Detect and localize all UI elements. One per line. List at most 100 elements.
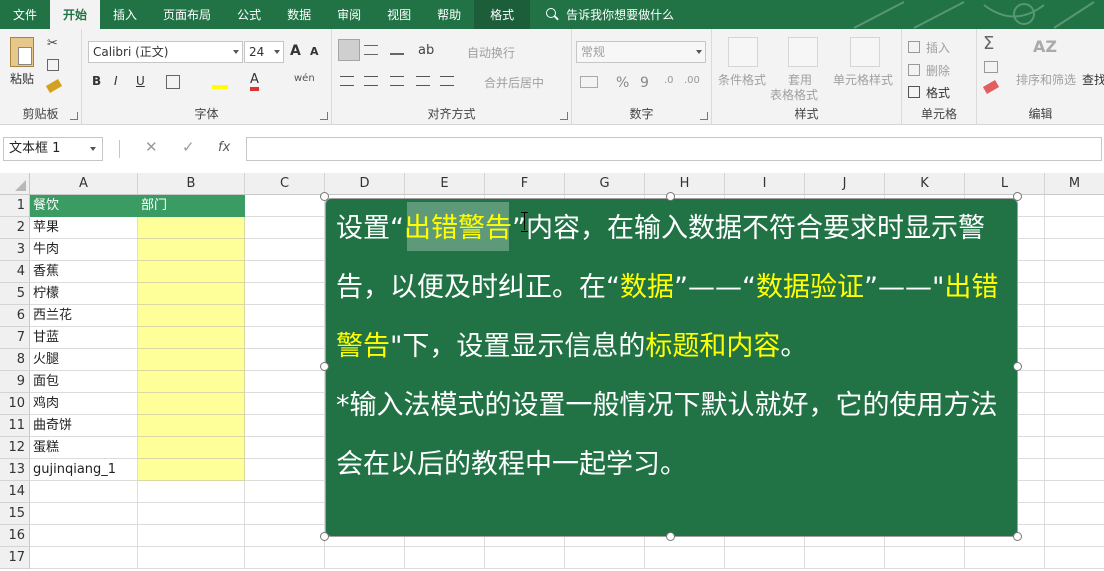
shrink-font-button[interactable]: A xyxy=(310,45,319,58)
grow-font-button[interactable]: A xyxy=(290,43,301,59)
tab-file[interactable]: 文件 xyxy=(0,0,50,29)
column-header-I[interactable]: I xyxy=(725,173,805,195)
column-header-M[interactable]: M xyxy=(1045,173,1104,195)
cell-A16[interactable] xyxy=(30,525,138,547)
cell-B12[interactable] xyxy=(138,437,245,459)
format-painter-icon[interactable] xyxy=(45,79,63,93)
resize-handle-mr[interactable] xyxy=(1013,362,1022,371)
align-bottom-icon[interactable] xyxy=(390,45,404,55)
cell-A12[interactable]: 蛋糕 xyxy=(30,437,138,459)
resize-handle-br[interactable] xyxy=(1013,532,1022,541)
name-box[interactable]: 文本框 1 xyxy=(3,137,103,161)
row-header-5[interactable]: 5 xyxy=(0,283,30,305)
cell-M14[interactable] xyxy=(1045,481,1104,503)
row-header-13[interactable]: 13 xyxy=(0,459,30,481)
row-header-6[interactable]: 6 xyxy=(0,305,30,327)
column-header-G[interactable]: G xyxy=(565,173,645,195)
delete-button[interactable]: 删除 xyxy=(926,62,950,79)
column-header-F[interactable]: F xyxy=(485,173,565,195)
cell-B14[interactable] xyxy=(138,481,245,503)
font-size-select[interactable]: 24 xyxy=(244,41,284,63)
column-header-C[interactable]: C xyxy=(245,173,325,195)
tell-me-search[interactable]: 告诉我你想要做什么 xyxy=(530,0,674,29)
cell-A11[interactable]: 曲奇饼 xyxy=(30,415,138,437)
resize-handle-tl[interactable] xyxy=(320,192,329,201)
resize-handle-bl[interactable] xyxy=(320,532,329,541)
cell-C14[interactable] xyxy=(245,481,325,503)
cell-B8[interactable] xyxy=(138,349,245,371)
column-header-A[interactable]: A xyxy=(30,173,138,195)
cell-I17[interactable] xyxy=(725,547,805,569)
font-color-button[interactable]: A xyxy=(250,73,259,91)
row-header-9[interactable]: 9 xyxy=(0,371,30,393)
cell-L17[interactable] xyxy=(965,547,1045,569)
cell-M15[interactable] xyxy=(1045,503,1104,525)
cell-M11[interactable] xyxy=(1045,415,1104,437)
cell-A14[interactable] xyxy=(30,481,138,503)
phonetic-button[interactable]: wén xyxy=(294,73,315,84)
cell-G17[interactable] xyxy=(565,547,645,569)
row-header-7[interactable]: 7 xyxy=(0,327,30,349)
cell-M4[interactable] xyxy=(1045,261,1104,283)
cell-E17[interactable] xyxy=(405,547,485,569)
autosum-button[interactable]: Σ xyxy=(983,33,994,54)
enter-check-icon[interactable]: ✓ xyxy=(182,138,195,156)
cell-A13[interactable]: gujinqiang_1 xyxy=(30,459,138,481)
tab-shape-format[interactable]: 格式 xyxy=(474,0,531,29)
cell-C12[interactable] xyxy=(245,437,325,459)
font-name-select[interactable]: Calibri (正文) xyxy=(88,41,243,63)
cell-C15[interactable] xyxy=(245,503,325,525)
tab-view[interactable]: 视图 xyxy=(374,0,424,29)
cell-C6[interactable] xyxy=(245,305,325,327)
resize-handle-tm[interactable] xyxy=(666,192,675,201)
paste-button[interactable]: 粘贴 xyxy=(10,70,34,87)
cell-B3[interactable] xyxy=(138,239,245,261)
cell-C11[interactable] xyxy=(245,415,325,437)
cell-A10[interactable]: 鸡肉 xyxy=(30,393,138,415)
cell-M17[interactable] xyxy=(1045,547,1104,569)
cell-C5[interactable] xyxy=(245,283,325,305)
insert-function-button[interactable]: fx xyxy=(218,140,230,155)
sort-filter-button[interactable]: 排序和筛选 xyxy=(1016,71,1076,88)
cell-A7[interactable]: 甘蓝 xyxy=(30,327,138,349)
cell-B4[interactable] xyxy=(138,261,245,283)
cell-C8[interactable] xyxy=(245,349,325,371)
row-header-16[interactable]: 16 xyxy=(0,525,30,547)
tab-page-layout[interactable]: 页面布局 xyxy=(150,0,224,29)
cell-M8[interactable] xyxy=(1045,349,1104,371)
clipboard-launcher-icon[interactable] xyxy=(70,112,78,120)
resize-handle-ml[interactable] xyxy=(320,362,329,371)
cancel-icon[interactable]: ✕ xyxy=(145,138,158,156)
cell-M13[interactable] xyxy=(1045,459,1104,481)
cell-B5[interactable] xyxy=(138,283,245,305)
border-icon[interactable] xyxy=(166,75,180,89)
align-right-icon[interactable] xyxy=(390,76,404,86)
cell-C4[interactable] xyxy=(245,261,325,283)
format-cells-button[interactable]: 格式 xyxy=(926,84,950,101)
cell-M9[interactable] xyxy=(1045,371,1104,393)
fill-icon[interactable] xyxy=(984,61,998,73)
cell-C9[interactable] xyxy=(245,371,325,393)
select-all-corner[interactable] xyxy=(0,173,30,195)
row-header-10[interactable]: 10 xyxy=(0,393,30,415)
cell-A8[interactable]: 火腿 xyxy=(30,349,138,371)
cell-A5[interactable]: 柠檬 xyxy=(30,283,138,305)
tab-data[interactable]: 数据 xyxy=(274,0,324,29)
resize-handle-tr[interactable] xyxy=(1013,192,1022,201)
column-header-L[interactable]: L xyxy=(965,173,1045,195)
cell-C13[interactable] xyxy=(245,459,325,481)
align-left-icon[interactable] xyxy=(340,76,354,86)
row-header-11[interactable]: 11 xyxy=(0,415,30,437)
cell-M10[interactable] xyxy=(1045,393,1104,415)
row-header-4[interactable]: 4 xyxy=(0,261,30,283)
bold-button[interactable]: B xyxy=(92,74,101,88)
cell-H17[interactable] xyxy=(645,547,725,569)
row-header-8[interactable]: 8 xyxy=(0,349,30,371)
column-header-E[interactable]: E xyxy=(405,173,485,195)
cell-A17[interactable] xyxy=(30,547,138,569)
cell-A3[interactable]: 牛肉 xyxy=(30,239,138,261)
cell-A9[interactable]: 面包 xyxy=(30,371,138,393)
currency-icon[interactable] xyxy=(580,76,598,88)
row-header-2[interactable]: 2 xyxy=(0,217,30,239)
cell-C17[interactable] xyxy=(245,547,325,569)
